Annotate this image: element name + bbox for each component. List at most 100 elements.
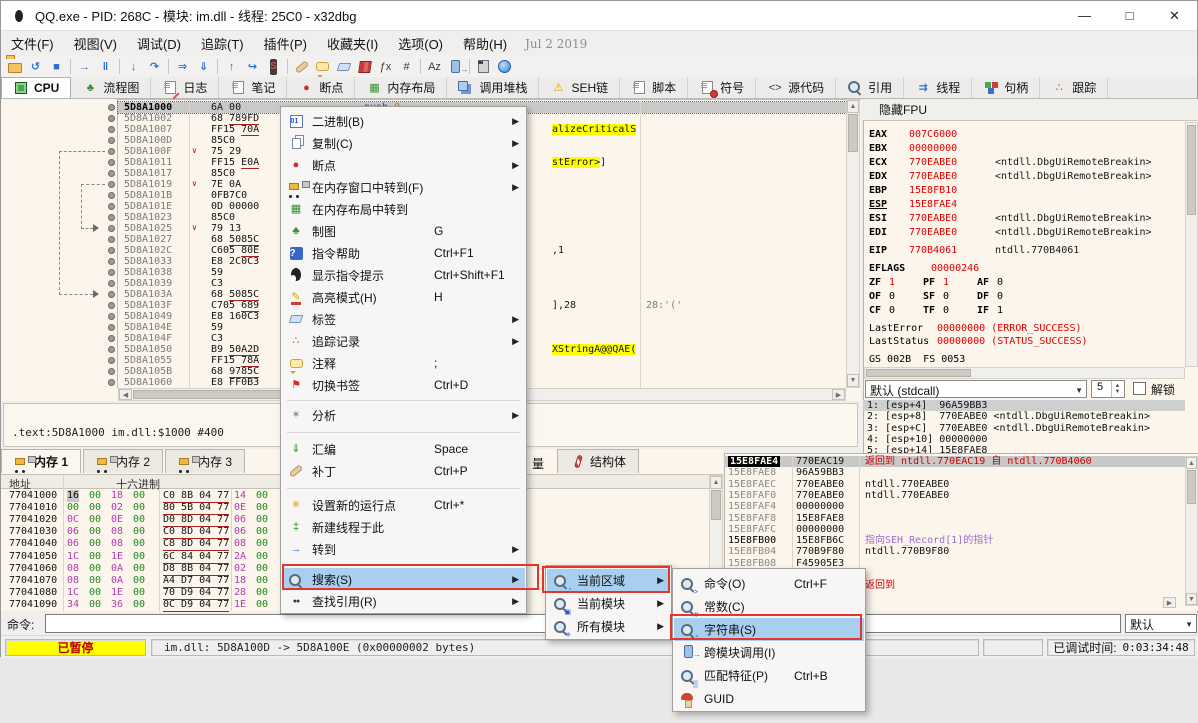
menubar-item-file[interactable]: 文件(F) [1,30,64,57]
scroll-thumb[interactable] [866,369,971,377]
unlock-checkbox[interactable] [1133,382,1146,395]
menu-item-follow-in-dump[interactable]: 在内存窗口中转到(F)▶ [282,176,525,198]
menu-item-search[interactable]: 搜索(S)▶ [282,568,525,590]
hide-fpu-button[interactable]: 隐藏FPU [863,99,1198,121]
scroll-right-icon[interactable]: ▶ [832,389,845,400]
argument-row[interactable]: 2: [esp+8] 770EABE0 <ntdll.DbgUiRemoteBr… [863,411,1185,422]
menu-item-guid[interactable]: GUID [674,687,864,710]
tab-call-stack[interactable]: 调用堆栈 [447,77,539,98]
tab-symbols[interactable]: 符号 [688,77,756,98]
menubar-item-help[interactable]: 帮助(H) [453,30,517,57]
register-row[interactable]: EDX770EABE0<ntdll.DbgUiRemoteBreakin> [863,170,1183,183]
argument-row[interactable]: 4: [esp+10] 00000000 [863,434,1185,445]
menu-item-find-references[interactable]: ●●查找引用(R)▶ [282,590,525,612]
comments-button[interactable] [312,57,333,76]
flags-row[interactable]: OF0SF0DF0 [863,290,1183,303]
breakpoint-dot-icon[interactable] [108,203,115,210]
breakpoint-dot-icon[interactable] [108,214,115,221]
scroll-up-icon[interactable]: ▲ [1186,457,1197,469]
breakpoint-dot-icon[interactable] [108,115,115,122]
menu-item-breakpoint[interactable]: ●断点▶ [282,154,525,176]
scroll-thumb[interactable] [1187,470,1196,504]
menu-item-follow-in-memory-map[interactable]: ▦在内存布局中转到 [282,198,525,220]
flags-row[interactable]: ZF1PF1AF0 [863,276,1183,289]
menubar-item-view[interactable]: 视图(V) [64,30,127,57]
open-button[interactable] [4,57,25,76]
close-button[interactable]: ✕ [1152,1,1197,30]
menu-item-graph[interactable]: ♣制图G [282,220,525,242]
breakpoint-dot-icon[interactable] [108,368,115,375]
tab-cpu[interactable]: CPU [1,77,71,98]
disasm-vscrollbar[interactable]: ▲ ▼ [846,99,860,388]
menu-item-string-references[interactable]: “字符串(S) [674,618,864,641]
menu-item-intermodular-calls[interactable]: 跨模块调用(I) [674,641,864,664]
breakpoint-dot-icon[interactable] [108,335,115,342]
tab-memory-map[interactable]: ▦内存布局 [355,77,447,98]
breakpoint-dot-icon[interactable] [108,225,115,232]
arg-count-stepper[interactable]: 5▲▼ [1091,380,1125,398]
menu-item-all-modules[interactable]: ✳所有模块▶ [547,615,670,638]
menu-item-constant[interactable]: #常数(C) [674,595,864,618]
tab-threads[interactable]: ⇉线程 [904,77,972,98]
scroll-thumb[interactable] [1187,125,1196,215]
register-row[interactable]: EIP770B4061ntdll.770B4061 [863,244,1183,257]
menu-item-show-mnemonic-brief[interactable]: 显示指令提示Ctrl+Shift+F1 [282,264,525,286]
stack-row[interactable]: 15E8FB0015E8FB6C指向SEH_Record[1]的指针 [724,535,1198,546]
dump-tab-1[interactable]: 内存 1 [1,449,81,473]
dump-tab-partial[interactable]: 量 [532,455,544,472]
step-over-button[interactable]: ↷ [144,57,165,76]
attach-button[interactable]: ↪ [242,57,263,76]
tab-script[interactable]: 脚本 [620,77,688,98]
menu-item-trace-record[interactable]: ∴追踪记录▶ [282,330,525,352]
scroll-up-icon[interactable]: ▲ [710,476,722,489]
register-row[interactable]: EDI770EABE0<ntdll.DbgUiRemoteBreakin> [863,226,1183,239]
maximize-button[interactable]: □ [1107,1,1152,30]
breakpoint-dot-icon[interactable] [108,324,115,331]
step-out-button[interactable]: ⇓ [193,57,214,76]
tab-seh[interactable]: ⚠SEH链 [539,77,620,98]
tab-struct[interactable]: 结构体 [557,449,639,473]
dump-tab-3[interactable]: 内存 3 [165,449,245,473]
scroll-thumb[interactable] [711,490,721,520]
az-button[interactable]: Az [424,57,445,76]
stack-row[interactable]: 15E8FAF0770EABE0ntdll.770EABE0 [724,490,1198,501]
tab-log[interactable]: 日志 [151,77,219,98]
scroll-thumb[interactable] [848,114,858,152]
menu-item-assemble[interactable]: ⇓汇编Space [282,438,525,460]
stack-vscrollbar[interactable]: ▲ ▼ [1185,456,1198,606]
tab-handles[interactable]: 句柄 [972,77,1040,98]
functions-button[interactable]: ƒx [375,57,396,76]
minimize-button[interactable]: — [1062,1,1107,30]
register-row[interactable]: EAX007C6000 [863,128,1183,141]
flags-row[interactable]: CF0TF0IF1 [863,304,1183,317]
breakpoint-dot-icon[interactable] [108,258,115,265]
tab-references[interactable]: 引用 [836,77,904,98]
registers-vscrollbar[interactable] [1185,122,1198,367]
cross-module-calls-button[interactable] [445,57,466,76]
menu-item-analysis[interactable]: ✶分析▶ [282,404,525,426]
menu-item-copy[interactable]: 复制(C)▶ [282,132,525,154]
breakpoint-dot-icon[interactable] [108,280,115,287]
calling-convention-select[interactable]: 默认 (stdcall)▼ [865,380,1087,398]
breakpoint-dot-icon[interactable] [108,181,115,188]
stop-button[interactable]: ■ [46,57,67,76]
breakpoint-dot-icon[interactable] [108,137,115,144]
register-row[interactable]: ESI770EABE0<ntdll.DbgUiRemoteBreakin> [863,212,1183,225]
argument-row[interactable]: 3: [esp+C] 770EABE0 <ntdll.DbgUiRemoteBr… [863,423,1185,434]
menu-item-command[interactable]: >命令(O)Ctrl+F [674,572,864,595]
hash-button[interactable]: # [396,57,417,76]
register-row[interactable]: ECX770EABE0<ntdll.DbgUiRemoteBreakin> [863,156,1183,169]
stack-row[interactable]: 15E8FAF815E8FAE8 [724,513,1198,524]
command-profile-select[interactable]: 默认▼ [1125,614,1197,633]
scroll-up-icon[interactable]: ▲ [847,100,859,113]
step-into-button[interactable]: ↓ [123,57,144,76]
tab-breakpoints[interactable]: ●断点 [287,77,355,98]
breakpoint-dot-icon[interactable] [108,126,115,133]
menu-item-goto[interactable]: →转到▶ [282,538,525,560]
breakpoint-dot-icon[interactable] [108,148,115,155]
menu-item-instruction-help[interactable]: ?指令帮助Ctrl+F1 [282,242,525,264]
register-row[interactable]: ESP15E8FAE4 [863,198,1183,211]
breakpoint-dot-icon[interactable] [108,192,115,199]
tab-source[interactable]: <>源代码 [756,77,836,98]
menu-item-patch[interactable]: 补丁Ctrl+P [282,460,525,482]
